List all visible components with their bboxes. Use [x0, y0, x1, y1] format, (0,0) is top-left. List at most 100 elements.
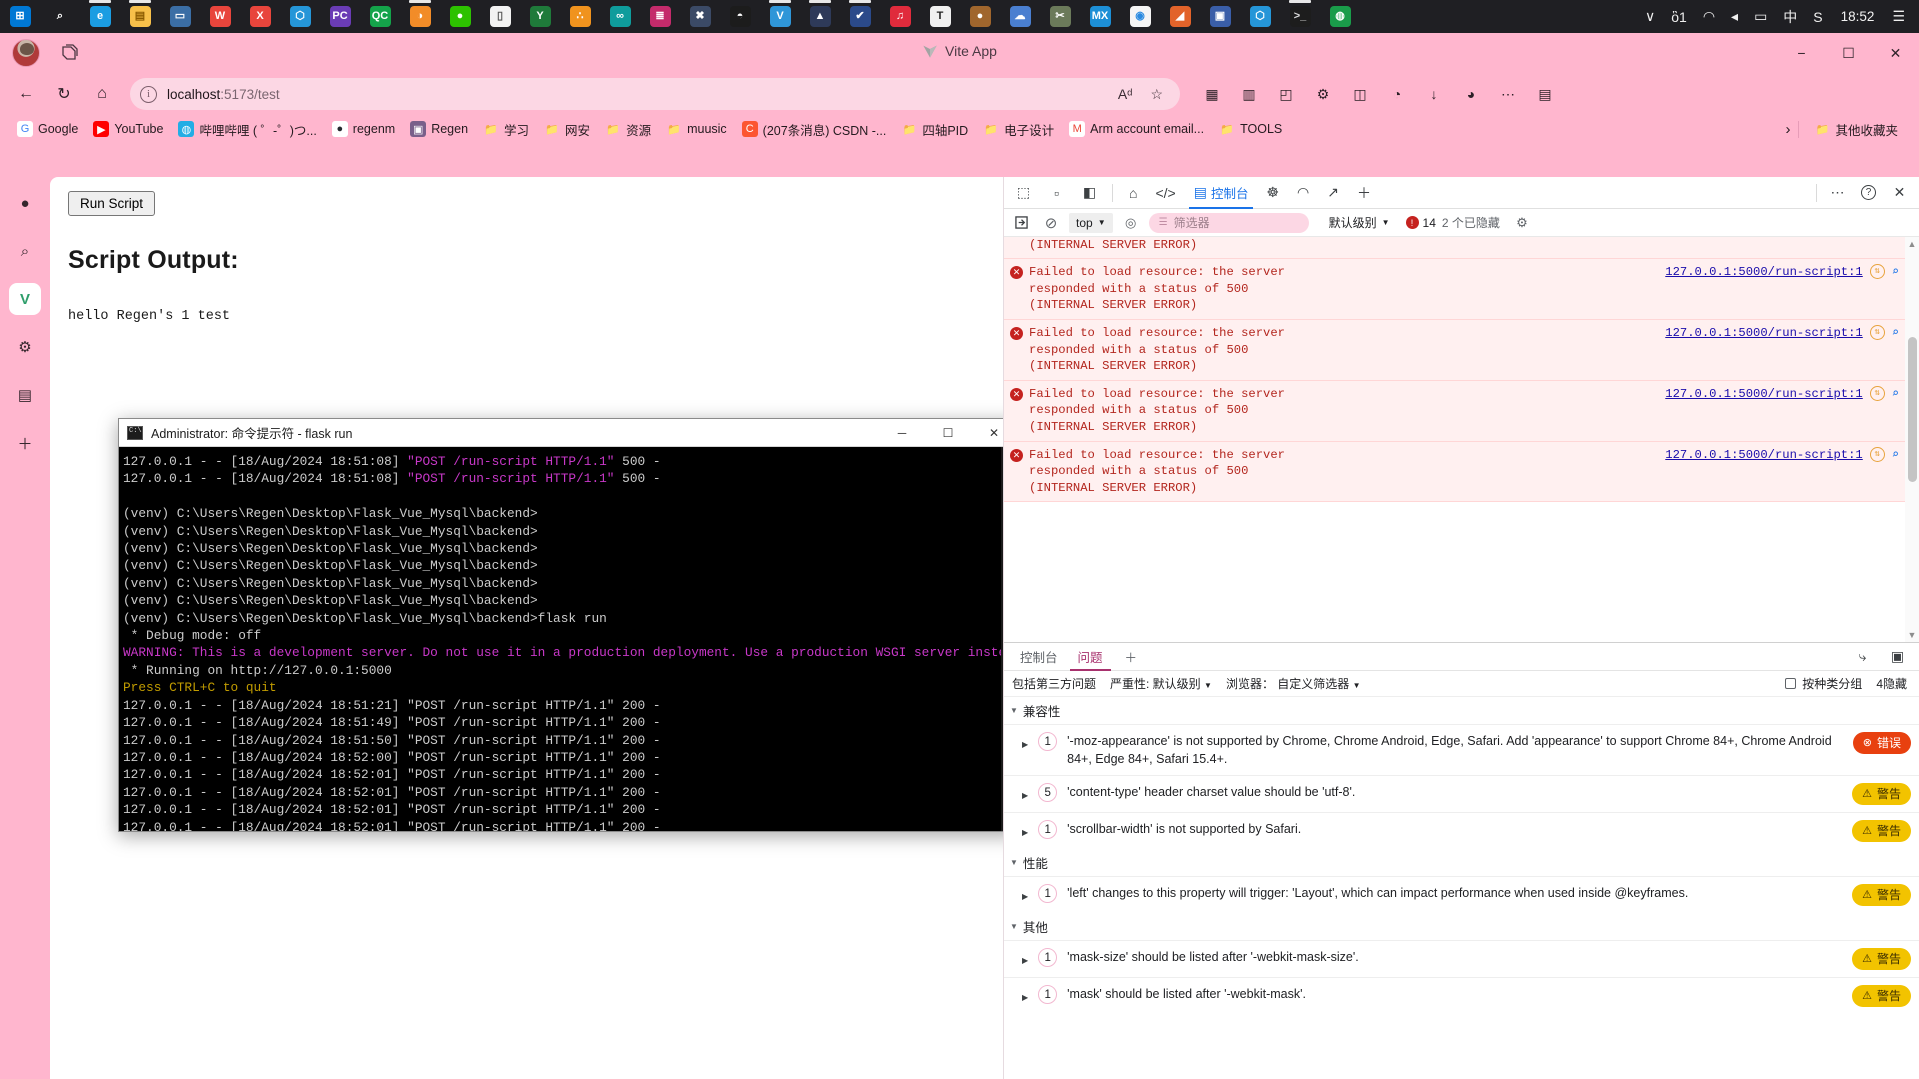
- issue-row[interactable]: ▶ 1 'scrollbar-width' is not supported by …: [1004, 812, 1919, 849]
- search-icon[interactable]: ⌕: [40, 0, 80, 33]
- sogou-input-icon[interactable]: S: [1805, 0, 1830, 33]
- tab-console[interactable]: ▤ 控制台: [1185, 177, 1258, 209]
- ime-chinese-icon[interactable]: 中: [1775, 0, 1805, 33]
- console-error-message[interactable]: ✕ Failed to load resource: the server res…: [1004, 319, 1905, 381]
- tab-performance[interactable]: ↗: [1318, 177, 1348, 209]
- sidebar-github-icon[interactable]: ●: [9, 187, 41, 219]
- terminal-maximize-button[interactable]: ☐: [925, 419, 971, 447]
- volume-icon[interactable]: ◂: [1723, 0, 1746, 33]
- altium-designer-icon[interactable]: ≣: [640, 0, 680, 33]
- xmind-icon[interactable]: ∴: [560, 0, 600, 33]
- excel-icon[interactable]: X: [240, 0, 280, 33]
- tab-home[interactable]: ⌂: [1120, 177, 1146, 209]
- execution-context-select[interactable]: top ▼: [1069, 212, 1113, 233]
- live-expression-icon[interactable]: ◎: [1119, 212, 1143, 234]
- more-options-icon[interactable]: ⋯: [1822, 180, 1853, 206]
- issue-group-performance[interactable]: ▼ 性能: [1004, 849, 1919, 876]
- issue-row[interactable]: ▶ 5 'content-type' header charset value sh…: [1004, 775, 1919, 812]
- console-source-link[interactable]: 127.0.0.1:5000/run-script:1: [1665, 447, 1862, 464]
- sidebar-search-icon[interactable]: ⌕: [9, 235, 41, 267]
- home-button[interactable]: ⌂: [84, 78, 120, 110]
- bookmark-folder-wangan[interactable]: 📁 网安: [537, 117, 597, 142]
- bookmark-arm-email[interactable]: M Arm account email...: [1062, 118, 1211, 140]
- cat-app-icon[interactable]: ▲: [800, 0, 840, 33]
- address-bar[interactable]: i localhost:5173/test Aᵈ ☆: [130, 78, 1180, 110]
- onedrive-pro-icon[interactable]: ☁: [1000, 0, 1040, 33]
- drawer-tab-issues[interactable]: 问题: [1068, 643, 1113, 671]
- close-devtools-icon[interactable]: ✕: [1884, 180, 1915, 206]
- site-info-icon[interactable]: i: [140, 85, 157, 103]
- check-app-icon[interactable]: ✔: [840, 0, 880, 33]
- terminal-minimize-button[interactable]: ─: [879, 419, 925, 447]
- read-aloud-icon[interactable]: Aᵈ: [1111, 86, 1140, 102]
- bear-app-icon[interactable]: ●: [960, 0, 1000, 33]
- issue-row[interactable]: ▶ 1 'mask' should be listed after '-webkit…: [1004, 977, 1919, 1014]
- bookmark-folder-pid[interactable]: 📁 四轴PID: [894, 117, 975, 142]
- show-hidden-icons-chevron[interactable]: ∨: [1637, 0, 1663, 33]
- keil-icon[interactable]: ✖: [680, 0, 720, 33]
- maximize-button[interactable]: ☐: [1825, 33, 1872, 73]
- vs-code-icon[interactable]: ⬡: [280, 0, 320, 33]
- v2ray-icon[interactable]: V: [760, 0, 800, 33]
- group-by-kind-checkbox[interactable]: 按种类分组: [1785, 675, 1862, 692]
- settings-panel-icon[interactable]: ▤: [1527, 78, 1563, 110]
- issue-group-other[interactable]: ▼ 其他: [1004, 913, 1919, 940]
- qq-music-icon[interactable]: QC: [360, 0, 400, 33]
- active-tab-title-area[interactable]: Vite App: [0, 43, 1919, 59]
- bookmark-csdn[interactable]: C (207条消息) CSDN -...: [735, 117, 894, 142]
- console-error-message[interactable]: ✕ Failed to load resource: the server res…: [1004, 441, 1905, 503]
- console-error-message[interactable]: ✕ Failed to load resource: the server res…: [1004, 380, 1905, 442]
- taskbar-clock[interactable]: 18:52: [1831, 9, 1885, 24]
- bookmark-folder-ziyuan[interactable]: 📁 资源: [598, 117, 658, 142]
- add-favorite-icon[interactable]: ☆: [1143, 86, 1170, 103]
- tab-network[interactable]: ◠: [1288, 177, 1318, 209]
- netease-music-icon[interactable]: ♫: [880, 0, 920, 33]
- tab-debugger[interactable]: ☸: [1257, 177, 1288, 209]
- console-filter-input[interactable]: ☰ 筛选器: [1148, 212, 1309, 233]
- console-message-area[interactable]: responded with a status of 500 (INTERNAL…: [1004, 237, 1919, 642]
- issue-row[interactable]: ▶ 1 'left' changes to this property will t…: [1004, 876, 1919, 913]
- qq-penguin-icon[interactable]: ◓: [720, 0, 760, 33]
- browser-filter[interactable]: 浏览器： 自定义筛选器 ▼: [1226, 675, 1361, 692]
- console-source-link[interactable]: 127.0.0.1:5000/run-script:1: [1665, 264, 1862, 281]
- bookmark-folder-dianzisheji[interactable]: 📁 电子设计: [976, 117, 1061, 142]
- network-request-icon[interactable]: ⇅: [1869, 446, 1885, 462]
- chevron-right-icon[interactable]: ▶: [1022, 989, 1028, 1007]
- issue-row[interactable]: ▶ 1 '-moz-appearance' is not supported by …: [1004, 724, 1919, 775]
- bookmark-folder-tools[interactable]: 📁 TOOLS: [1212, 118, 1289, 140]
- bookmarks-overflow-chevron-icon[interactable]: ›: [1785, 121, 1790, 138]
- file-explorer-icon[interactable]: ▤: [120, 0, 160, 33]
- more-options-icon[interactable]: ⋯: [1490, 78, 1526, 110]
- minimize-button[interactable]: −: [1778, 33, 1825, 73]
- issue-group-compatibility[interactable]: ▼ 兼容性: [1004, 697, 1919, 724]
- issues-list[interactable]: ▼ 兼容性 ▶ 1 '-moz-appearance' is not supported…: [1004, 697, 1919, 1079]
- bookmark-folder-xuexi[interactable]: 📁 学习: [476, 117, 536, 142]
- extensions-icon[interactable]: ⚙: [1305, 78, 1341, 110]
- severity-filter[interactable]: 严重性: 默认级别 ▼: [1110, 675, 1212, 692]
- split-screen-icon[interactable]: ▥: [1231, 78, 1267, 110]
- sidebar-tools-icon[interactable]: ▤: [9, 379, 41, 411]
- bookmark-other-favorites[interactable]: 📁 其他收藏夹: [1807, 117, 1905, 142]
- sidebar-add-icon[interactable]: ＋: [9, 427, 41, 459]
- matlab-icon[interactable]: ◢: [1160, 0, 1200, 33]
- bookmark-youtube[interactable]: ▶ YouTube: [86, 118, 170, 140]
- network-request-icon[interactable]: ⇅: [1869, 324, 1885, 340]
- console-source-link[interactable]: 127.0.0.1:5000/run-script:1: [1665, 386, 1862, 403]
- sidebar-toggle-icon[interactable]: ◫: [1342, 78, 1378, 110]
- console-error-message[interactable]: responded with a status of 500 (INTERNAL…: [1004, 237, 1905, 260]
- chevron-right-icon[interactable]: ▶: [1022, 952, 1028, 970]
- typing-app-icon[interactable]: T: [920, 0, 960, 33]
- microsoft-edge-icon[interactable]: e: [80, 0, 120, 33]
- cat-tray-icon[interactable]: ὃ1: [1663, 0, 1695, 33]
- downloads-icon[interactable]: ↓: [1416, 78, 1452, 110]
- console-scroll-up-arrow[interactable]: ▲: [1907, 239, 1917, 249]
- console-sidebar-toggle-icon[interactable]: [1009, 212, 1033, 234]
- command-prompt-window[interactable]: C:\ Administrator: 命令提示符 - flask run ─ ☐…: [118, 418, 1018, 832]
- chevron-right-icon[interactable]: ▶: [1022, 824, 1028, 842]
- profile-badge-icon[interactable]: ◕: [1453, 78, 1489, 110]
- refresh-button[interactable]: ↻: [46, 78, 82, 110]
- photo-editor-icon[interactable]: ✂: [1040, 0, 1080, 33]
- qq-icon[interactable]: ◑: [400, 0, 440, 33]
- chevron-right-icon[interactable]: ▶: [1022, 736, 1028, 754]
- console-scroll-thumb[interactable]: [1908, 337, 1917, 482]
